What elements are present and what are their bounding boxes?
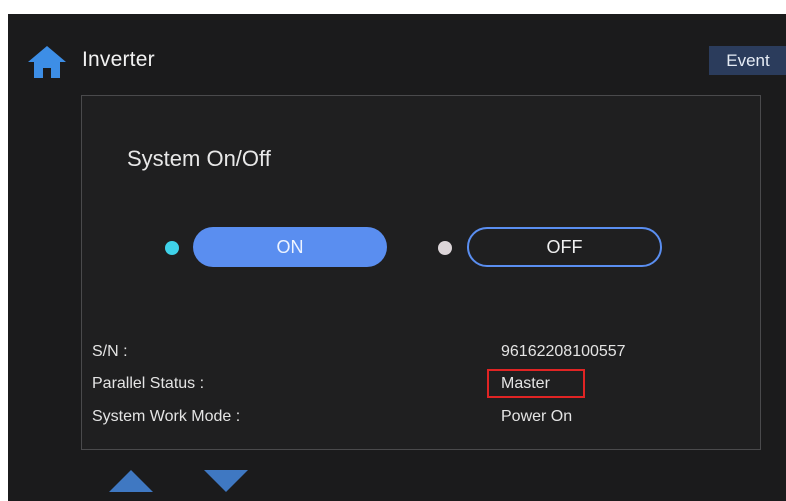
page-title: Inverter (82, 48, 155, 71)
panel-title: System On/Off (127, 146, 271, 171)
triangle-up-icon[interactable] (109, 470, 153, 492)
work-mode-value: Power On (501, 408, 573, 425)
event-button[interactable]: Event (709, 46, 786, 75)
on-button[interactable]: ON (193, 227, 387, 267)
parallel-status-label: Parallel Status : (92, 375, 205, 392)
home-icon[interactable] (27, 45, 67, 79)
work-mode-label: System Work Mode : (92, 408, 241, 425)
on-indicator-dot (165, 241, 179, 255)
triangle-down-icon[interactable] (204, 470, 248, 492)
off-indicator-dot (438, 241, 452, 255)
inverter-screen: Inverter Event System On/Off ON OFF S/N … (8, 14, 786, 501)
serial-number-label: S/N : (92, 343, 128, 360)
serial-number-value: 96162208100557 (501, 343, 626, 360)
system-onoff-panel: System On/Off ON OFF S/N : 9616220810055… (81, 95, 761, 450)
parallel-status-value: Master (501, 375, 550, 392)
off-button[interactable]: OFF (467, 227, 662, 267)
